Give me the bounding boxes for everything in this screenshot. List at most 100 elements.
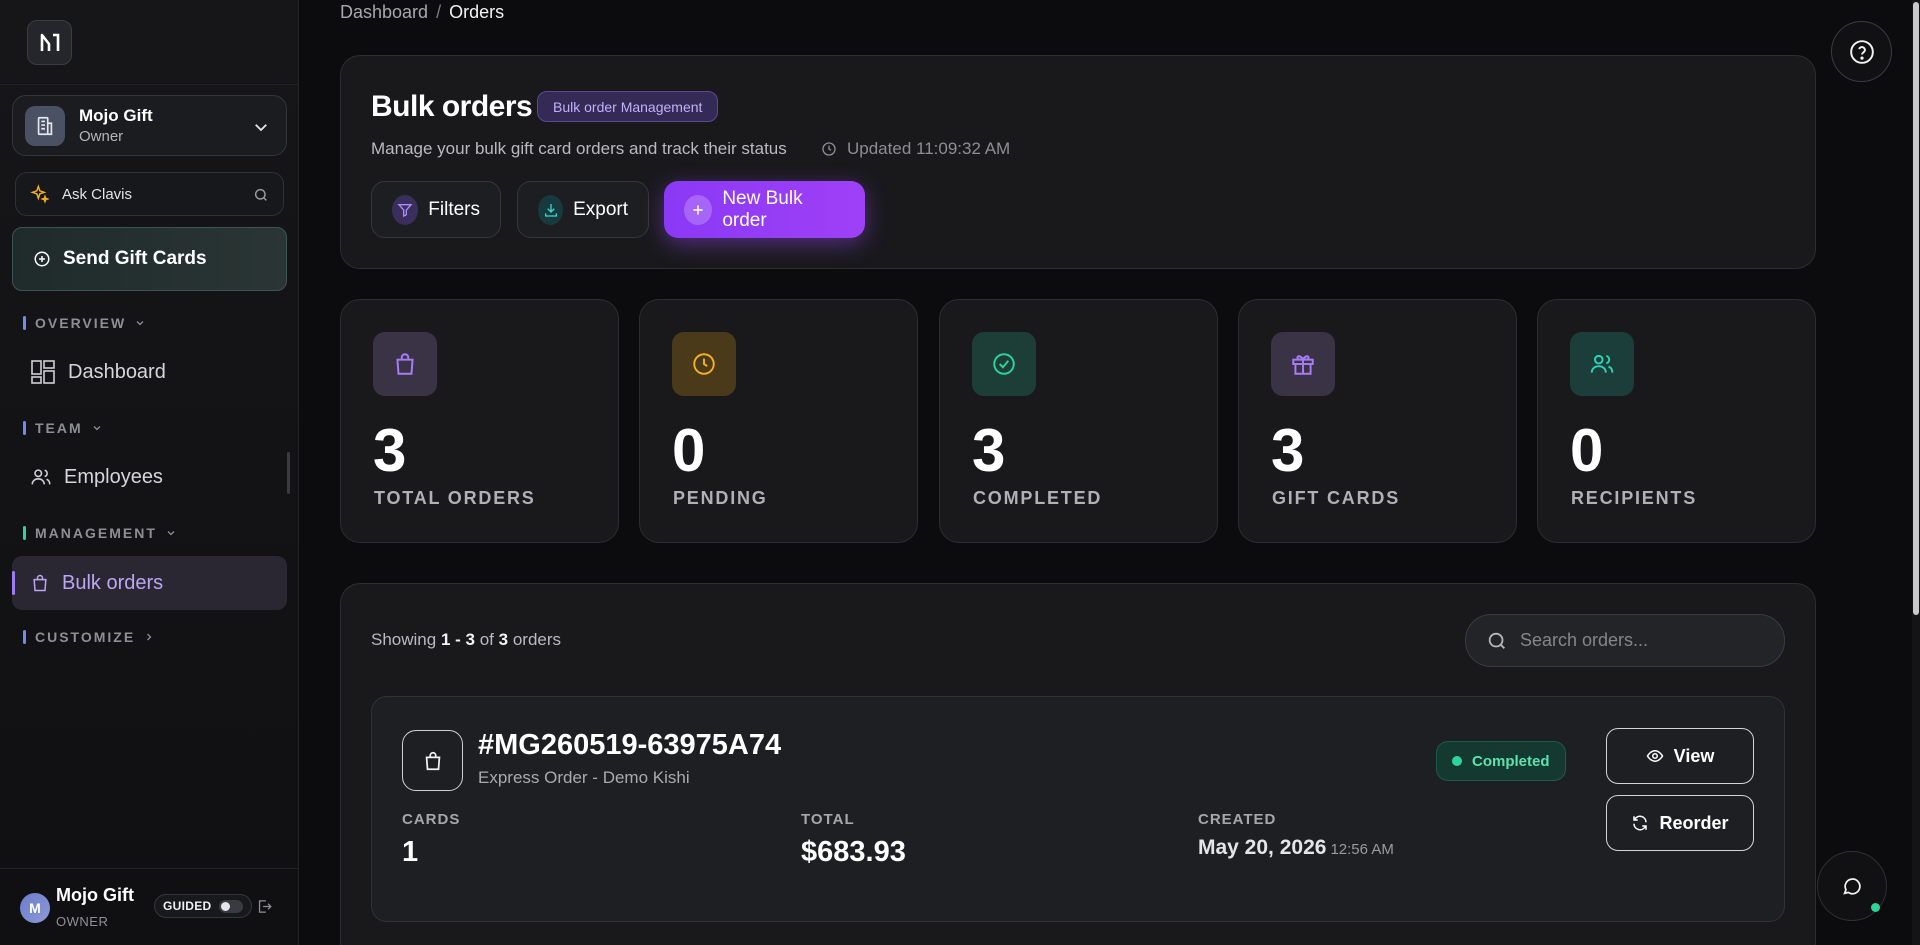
clock-icon bbox=[822, 142, 836, 156]
stat-card-gift-cards: 3 GIFT CARDS bbox=[1238, 299, 1517, 543]
view-label: View bbox=[1673, 745, 1715, 766]
download-icon bbox=[538, 194, 564, 225]
last-updated: Updated 11:09:32 AM bbox=[821, 139, 1010, 159]
order-total: TOTAL $683.93 bbox=[801, 811, 906, 869]
guided-label: GUIDED bbox=[163, 899, 212, 913]
showing-prefix: Showing bbox=[371, 630, 437, 649]
avatar[interactable]: M bbox=[20, 893, 50, 923]
stat-label: GIFT CARDS bbox=[1272, 488, 1400, 508]
search-orders[interactable] bbox=[1465, 614, 1785, 667]
stat-label: PENDING bbox=[673, 488, 768, 508]
users-icon bbox=[1570, 332, 1634, 396]
section-indicator bbox=[23, 526, 26, 540]
reorder-button[interactable]: Reorder bbox=[1606, 795, 1754, 851]
help-icon bbox=[1849, 39, 1874, 64]
stat-value: 3 bbox=[972, 417, 1006, 484]
stat-value: 0 bbox=[672, 417, 706, 484]
stat-value: 3 bbox=[373, 417, 407, 484]
new-bulk-order-label: New Bulk order bbox=[722, 187, 803, 231]
sidebar-item-label: Bulk orders bbox=[62, 571, 164, 594]
stat-label: RECIPIENTS bbox=[1571, 488, 1698, 508]
section-indicator bbox=[23, 316, 26, 330]
section-overview-title: OVERVIEW bbox=[35, 315, 127, 331]
sidebar-item-label: Employees bbox=[64, 465, 163, 488]
page-subtitle: Manage your bulk gift card orders and tr… bbox=[371, 139, 787, 158]
section-overview[interactable]: OVERVIEW bbox=[23, 315, 146, 331]
page-header-card: Bulk orders Bulk order Management Manage… bbox=[340, 55, 1816, 269]
showing-of: of bbox=[479, 630, 494, 649]
workspace-name: Mojo Gift bbox=[79, 106, 153, 125]
sidebar: Mojo Gift Owner Ask Clavis Send Gift Car… bbox=[0, 0, 299, 945]
dashboard-icon bbox=[31, 360, 55, 384]
users-icon bbox=[31, 469, 51, 485]
shopping-bag-icon bbox=[33, 574, 47, 592]
shopping-bag-icon bbox=[373, 332, 437, 396]
shopping-bag-icon bbox=[402, 730, 463, 791]
chevron-down-icon bbox=[167, 531, 175, 536]
created-value: May 20, 2026 12:56 AM bbox=[1198, 836, 1394, 860]
chevron-down-icon bbox=[136, 321, 144, 326]
breadcrumb-dashboard[interactable]: Dashboard bbox=[340, 2, 428, 22]
section-management-title: MANAGEMENT bbox=[35, 525, 157, 541]
section-customize[interactable]: CUSTOMIZE bbox=[23, 629, 155, 645]
sparkles-icon bbox=[30, 184, 50, 204]
showing-range: 1 - 3 bbox=[440, 630, 475, 649]
plus-circle-icon bbox=[34, 251, 50, 267]
chevron-down-icon bbox=[255, 124, 267, 132]
new-bulk-order-button[interactable]: New Bulk order bbox=[664, 181, 865, 238]
section-customize-title: CUSTOMIZE bbox=[35, 629, 136, 645]
app-logo[interactable] bbox=[27, 20, 72, 65]
sidebar-scrollbar[interactable] bbox=[287, 452, 290, 494]
page-title: Bulk orders bbox=[371, 90, 533, 123]
view-order-button[interactable]: View bbox=[1606, 728, 1754, 784]
section-management[interactable]: MANAGEMENT bbox=[23, 525, 177, 541]
scrollbar-thumb[interactable] bbox=[1913, 2, 1919, 615]
order-id: #MG260519-63975A74 bbox=[478, 729, 782, 761]
active-indicator bbox=[12, 571, 15, 595]
order-created: CREATED May 20, 2026 12:56 AM bbox=[1198, 811, 1394, 860]
user-profile: M Mojo Gift OWNER bbox=[0, 868, 299, 945]
chat-icon bbox=[1843, 878, 1861, 895]
section-team-title: TEAM bbox=[35, 420, 83, 436]
sidebar-item-bulk-orders[interactable]: Bulk orders bbox=[12, 556, 287, 610]
search-icon bbox=[1488, 632, 1505, 649]
stat-card-recipients: 0 RECIPIENTS bbox=[1537, 299, 1816, 543]
plus-icon bbox=[684, 194, 713, 225]
stat-value: 3 bbox=[1271, 417, 1305, 484]
search-input[interactable] bbox=[1520, 630, 1760, 651]
sidebar-item-dashboard[interactable]: Dashboard bbox=[12, 347, 287, 397]
refresh-icon bbox=[1633, 815, 1648, 831]
showing-suffix: orders bbox=[512, 630, 562, 649]
sidebar-divider bbox=[0, 84, 299, 85]
clock-icon bbox=[672, 332, 736, 396]
send-gift-cards-button[interactable]: Send Gift Cards bbox=[12, 227, 287, 291]
section-team[interactable]: TEAM bbox=[23, 420, 103, 436]
gift-icon bbox=[1271, 332, 1335, 396]
order-subtitle: Express Order - Demo Kishi bbox=[478, 768, 690, 787]
sidebar-item-label: Dashboard bbox=[68, 360, 166, 383]
eye-icon bbox=[1646, 749, 1664, 763]
page-tag: Bulk order Management bbox=[537, 91, 719, 122]
guided-mode-toggle[interactable]: GUIDED bbox=[154, 894, 253, 918]
breadcrumb-current: Orders bbox=[449, 2, 505, 22]
user-name: Mojo Gift bbox=[56, 885, 134, 905]
help-button[interactable] bbox=[1831, 21, 1892, 82]
stat-card-pending: 0 PENDING bbox=[639, 299, 918, 543]
export-button[interactable]: Export bbox=[517, 181, 649, 238]
logout-icon[interactable] bbox=[256, 898, 273, 915]
toggle-switch[interactable] bbox=[219, 899, 244, 913]
filters-button[interactable]: Filters bbox=[371, 181, 501, 238]
breadcrumb: Dashboard / Orders bbox=[340, 2, 504, 23]
stat-card-total-orders: 3 TOTAL ORDERS bbox=[340, 299, 619, 543]
chevron-down-icon bbox=[93, 426, 101, 431]
stat-label: COMPLETED bbox=[973, 488, 1103, 508]
status-dot bbox=[1452, 756, 1462, 766]
order-card: #MG260519-63975A74 Express Order - Demo … bbox=[371, 696, 1785, 922]
ask-clavis-button[interactable]: Ask Clavis bbox=[15, 172, 284, 216]
online-indicator bbox=[1871, 903, 1880, 912]
sidebar-item-employees[interactable]: Employees bbox=[12, 452, 287, 502]
created-date: May 20, 2026 bbox=[1198, 836, 1327, 859]
workspace-switcher[interactable]: Mojo Gift Owner bbox=[12, 95, 287, 156]
section-indicator bbox=[23, 421, 26, 435]
total-value: $683.93 bbox=[801, 836, 906, 868]
